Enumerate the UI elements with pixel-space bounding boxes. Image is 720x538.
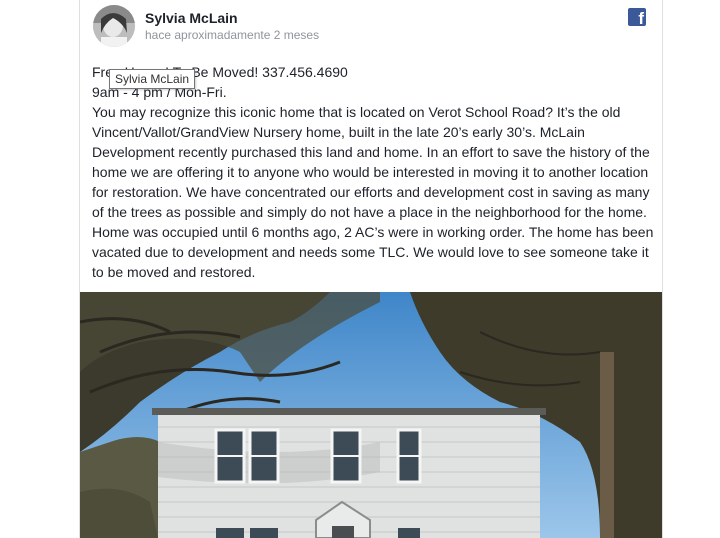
post-body: You may recognize this iconic home that … (92, 104, 654, 280)
avatar[interactable] (93, 5, 135, 47)
author-tooltip: Sylvia McLain (109, 69, 196, 89)
author-name[interactable]: Sylvia McLain (145, 10, 238, 26)
house-photo[interactable] (80, 292, 662, 538)
post-header: Sylvia McLain hace aproximadamente 2 mes… (80, 0, 662, 56)
post-timestamp[interactable]: hace aproximadamente 2 meses (145, 28, 319, 42)
post-text: Free House! To Be Moved! 337.456.4690 9a… (92, 62, 654, 282)
facebook-icon-glyph: f (638, 9, 644, 26)
facebook-icon[interactable]: f (628, 8, 646, 26)
